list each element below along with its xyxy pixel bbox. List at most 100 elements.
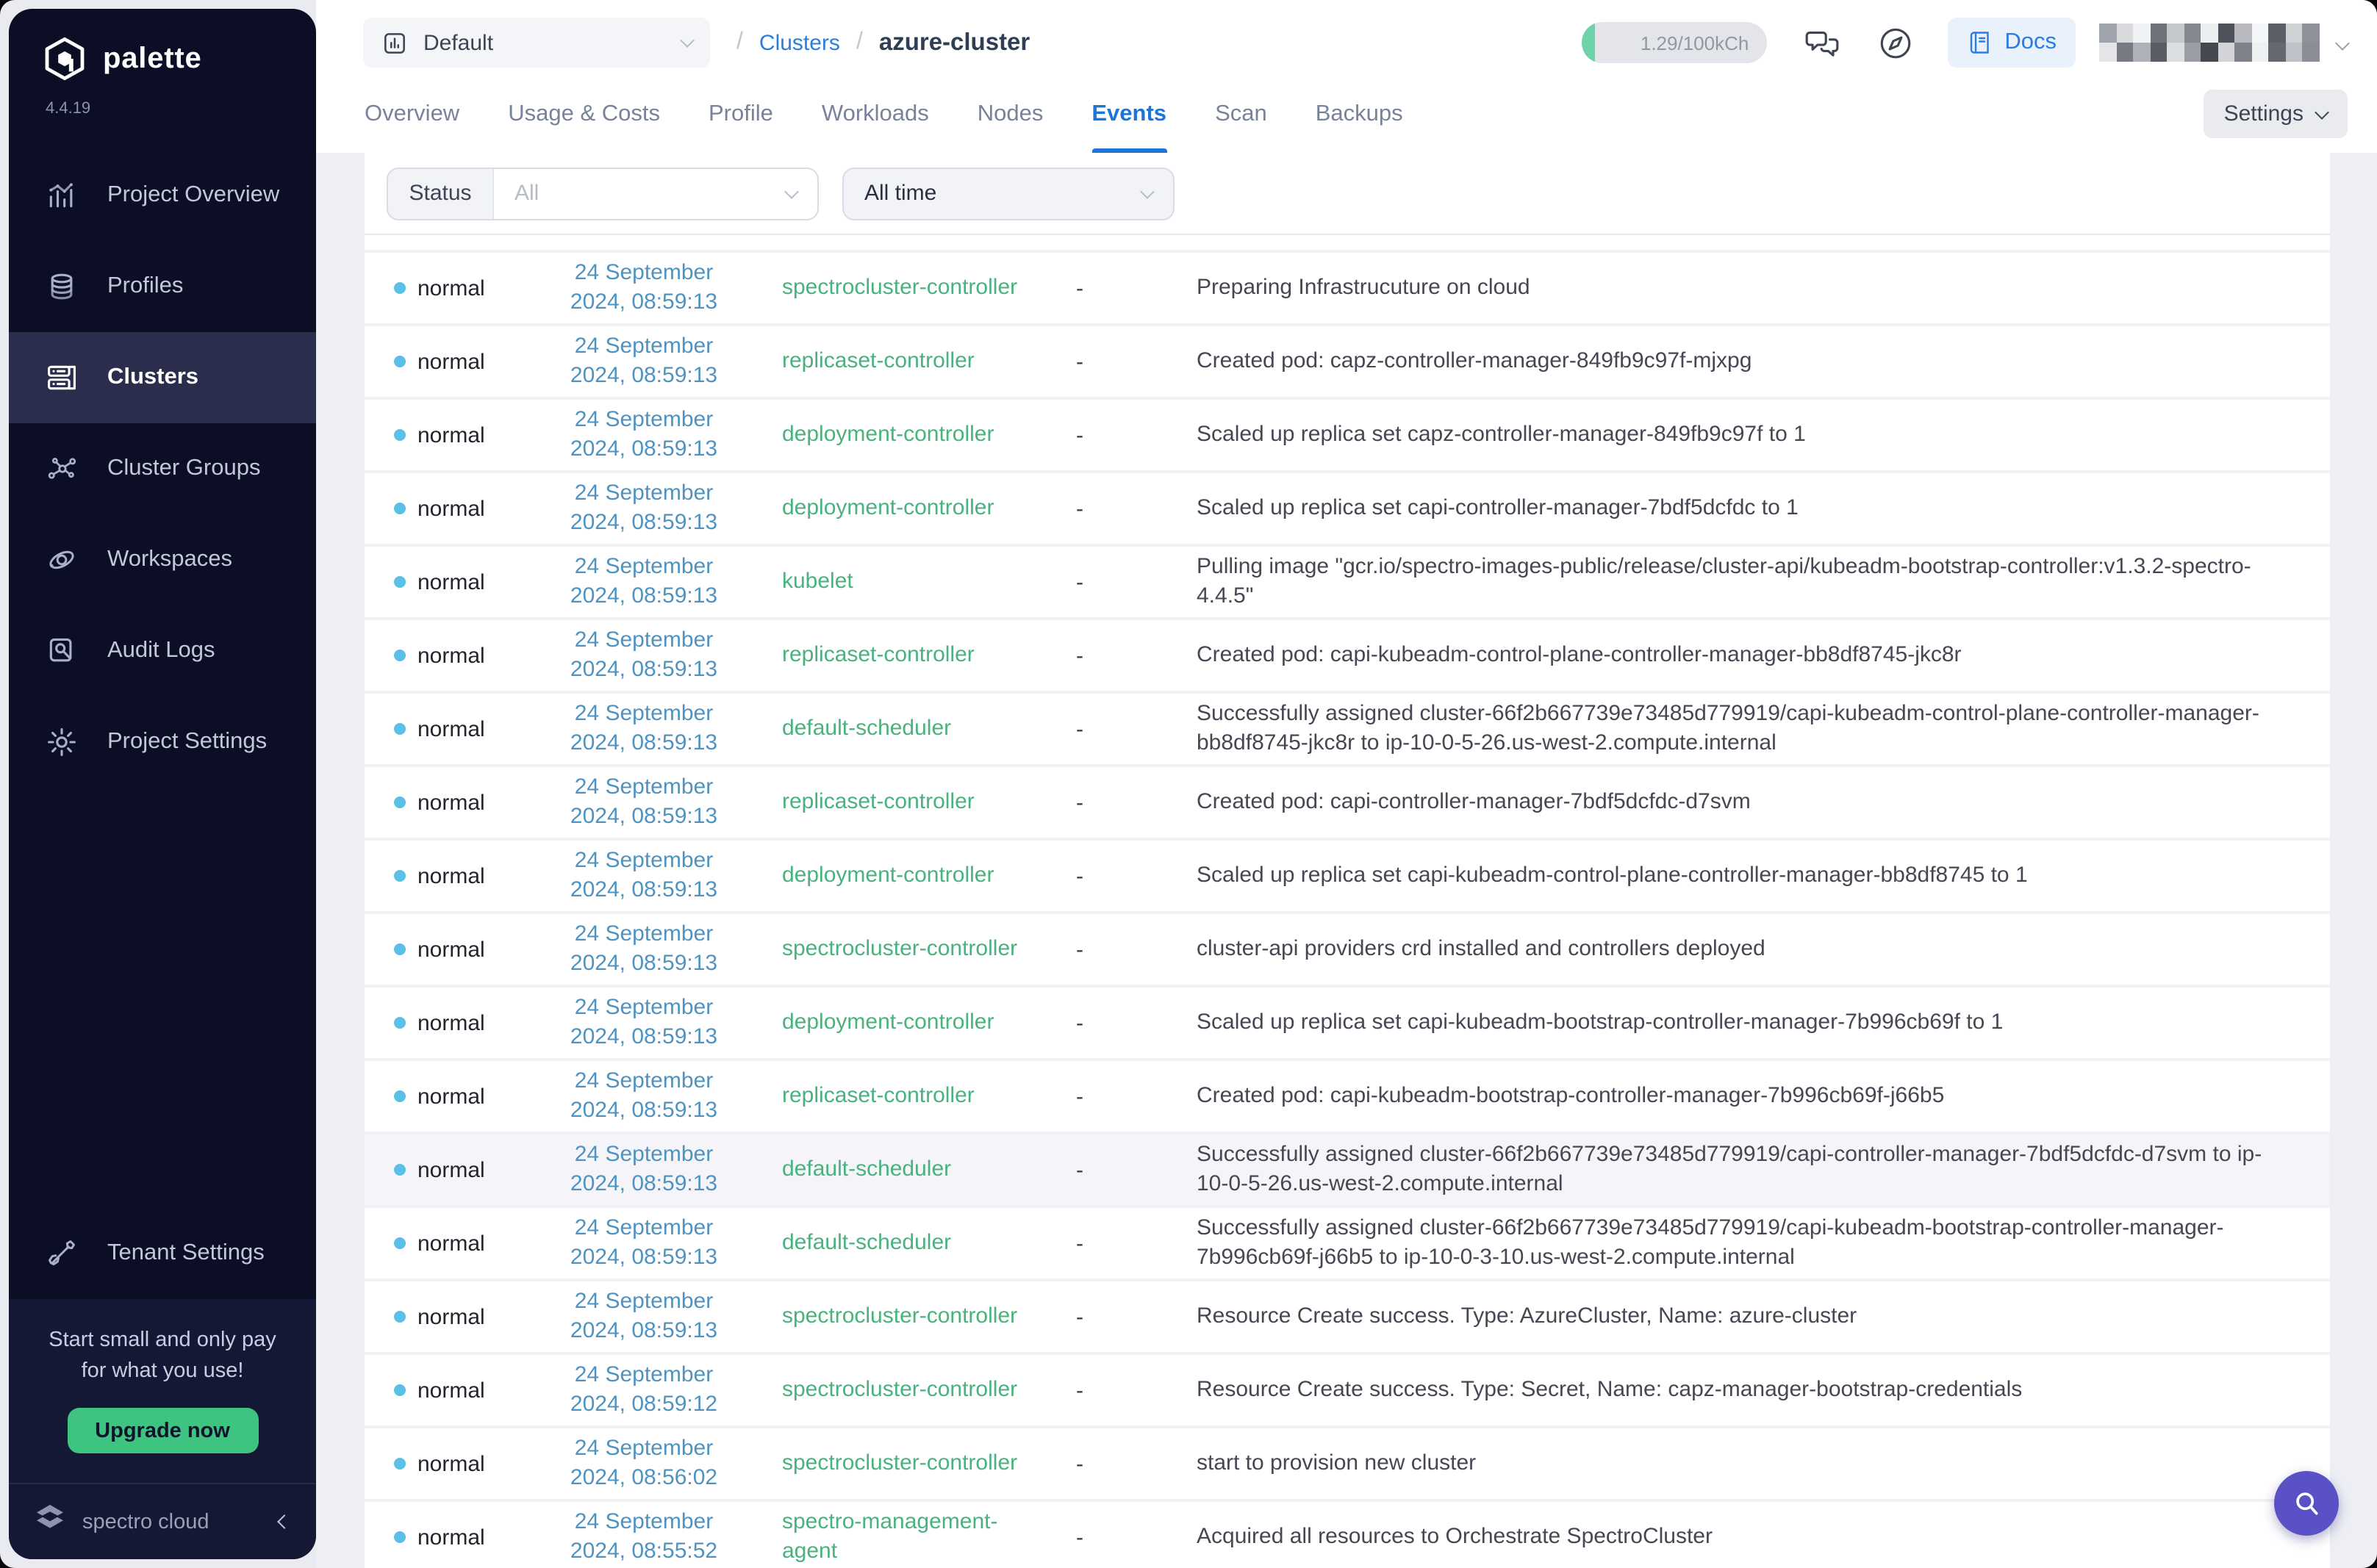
dash-cell: - bbox=[1064, 569, 1152, 594]
table-row[interactable]: normal 24 September 2024, 08:59:13 deplo… bbox=[365, 841, 2330, 914]
date-line2: 2024, 08:59:13 bbox=[535, 802, 753, 832]
book-icon bbox=[1966, 29, 1993, 56]
docs-button[interactable]: Docs bbox=[1947, 18, 2076, 68]
tab-scan[interactable]: Scan bbox=[1215, 76, 1267, 153]
time-range-value: All time bbox=[844, 181, 1142, 206]
status-cell: normal bbox=[394, 276, 535, 301]
date-cell: 24 September 2024, 08:59:13 bbox=[535, 773, 753, 832]
chat-icon[interactable] bbox=[1803, 24, 1840, 61]
message-cell: Pulling image "gcr.io/spectro-images-pub… bbox=[1152, 553, 2306, 611]
table-row[interactable]: normal 24 September 2024, 08:56:02 spect… bbox=[365, 1428, 2330, 1502]
collapse-sidebar-icon[interactable] bbox=[277, 1514, 292, 1529]
table-row[interactable]: normal 24 September 2024, 08:59:13 deplo… bbox=[365, 988, 2330, 1061]
table-row[interactable]: normal 24 September 2024, 08:55:52 spect… bbox=[365, 1502, 2330, 1568]
sidebar-item-clusters[interactable]: Clusters bbox=[9, 332, 316, 423]
tab-overview[interactable]: Overview bbox=[365, 76, 459, 153]
sidebar-footer: spectro cloud bbox=[9, 1483, 316, 1559]
status-cell: normal bbox=[394, 569, 535, 594]
sidebar-item-workspaces[interactable]: Workspaces bbox=[9, 514, 316, 605]
table-row[interactable]: normal 24 September 2024, 08:59:13 defau… bbox=[365, 694, 2330, 767]
sidebar-item-cluster-groups[interactable]: Cluster Groups bbox=[9, 423, 316, 514]
chevron-down-icon bbox=[2315, 105, 2329, 120]
tab-usage-costs[interactable]: Usage & Costs bbox=[508, 76, 660, 153]
sidebar-item-project-settings[interactable]: Project Settings bbox=[9, 697, 316, 788]
status-filter[interactable]: Status All bbox=[387, 167, 819, 220]
sidebar-item-tenant-settings[interactable]: Tenant Settings bbox=[9, 1208, 316, 1299]
upgrade-now-button[interactable]: Upgrade now bbox=[67, 1408, 258, 1453]
table-row[interactable]: normal 24 September 2024, 08:59:13 deplo… bbox=[365, 473, 2330, 547]
message-cell: Scaled up replica set capz-controller-ma… bbox=[1152, 420, 2306, 450]
status-dot-icon bbox=[394, 1237, 406, 1249]
table-row[interactable]: normal 24 September 2024, 08:59:13 repli… bbox=[365, 767, 2330, 841]
tabs: Overview Usage & Costs Profile Workloads Nod… bbox=[365, 76, 1403, 153]
source-cell: spectrocluster-controller bbox=[753, 1375, 1064, 1405]
date-cell: 24 September 2024, 08:59:12 bbox=[535, 1361, 753, 1420]
dash-cell: - bbox=[1064, 643, 1152, 668]
time-range-filter[interactable]: All time bbox=[842, 167, 1175, 220]
sidebar-item-label: Tenant Settings bbox=[107, 1240, 265, 1267]
table-row[interactable]: normal 24 September 2024, 08:59:13 defau… bbox=[365, 1134, 2330, 1208]
project-selector[interactable]: Default bbox=[363, 18, 710, 68]
table-row[interactable]: normal 24 September 2024, 08:59:13 repli… bbox=[365, 326, 2330, 400]
content-header: Default / Clusters / azure-cluster 1.29/… bbox=[316, 0, 2377, 153]
cluster-settings-button[interactable]: Settings bbox=[2204, 90, 2348, 138]
sidebar-item-audit-logs[interactable]: Audit Logs bbox=[9, 605, 316, 697]
table-row[interactable]: normal 24 September 2024, 08:59:13 kubel… bbox=[365, 547, 2330, 620]
message-cell: Created pod: capi-kubeadm-control-plane-… bbox=[1152, 641, 2306, 670]
table-row[interactable]: normal 24 September 2024, 08:59:13 deplo… bbox=[365, 400, 2330, 473]
status-dot-icon bbox=[394, 1017, 406, 1029]
table-row[interactable]: normal 24 September 2024, 08:59:12 spect… bbox=[365, 1355, 2330, 1428]
table-row[interactable]: normal 24 September 2024, 08:59:13 defau… bbox=[365, 1208, 2330, 1281]
dash-cell: - bbox=[1064, 1525, 1152, 1550]
status-label: normal bbox=[417, 1157, 485, 1182]
gear-icon bbox=[46, 726, 78, 758]
status-cell: normal bbox=[394, 1157, 535, 1182]
network-nodes-icon bbox=[46, 453, 78, 485]
message-cell: Scaled up replica set capi-kubeadm-boots… bbox=[1152, 1008, 2306, 1037]
status-dot-icon bbox=[394, 356, 406, 367]
date-line2: 2024, 08:59:13 bbox=[535, 729, 753, 758]
dash-cell: - bbox=[1064, 1378, 1152, 1403]
date-line1: 24 September bbox=[535, 1214, 753, 1243]
sidebar-item-profiles[interactable]: Profiles bbox=[9, 241, 316, 332]
tab-nodes[interactable]: Nodes bbox=[978, 76, 1044, 153]
source-cell: deployment-controller bbox=[753, 494, 1064, 523]
status-filter-label: Status bbox=[388, 168, 494, 218]
table-row[interactable]: normal 24 September 2024, 08:59:13 spect… bbox=[365, 1281, 2330, 1355]
date-cell: 24 September 2024, 08:59:13 bbox=[535, 846, 753, 905]
source-cell: deployment-controller bbox=[753, 861, 1064, 891]
breadcrumb-clusters-link[interactable]: Clusters bbox=[759, 30, 840, 55]
events-table: normal 24 September 2024, 08:59:13 spect… bbox=[365, 253, 2330, 1568]
tab-events[interactable]: Events bbox=[1091, 76, 1166, 153]
message-cell: Preparing Infrastrucuture on cloud bbox=[1152, 273, 2306, 303]
tab-backups[interactable]: Backups bbox=[1316, 76, 1403, 153]
breadcrumb: / Clusters / azure-cluster bbox=[736, 29, 1030, 57]
redacted-username bbox=[2099, 24, 2320, 62]
table-row[interactable]: normal 24 September 2024, 08:59:13 spect… bbox=[365, 253, 2330, 326]
status-cell: normal bbox=[394, 349, 535, 374]
filter-bar: Status All All time bbox=[365, 153, 2330, 235]
compass-icon[interactable] bbox=[1876, 24, 1913, 61]
date-cell: 24 September 2024, 08:59:13 bbox=[535, 1140, 753, 1199]
table-row[interactable]: normal 24 September 2024, 08:59:13 repli… bbox=[365, 620, 2330, 694]
status-dot-icon bbox=[394, 282, 406, 294]
table-row[interactable]: normal 24 September 2024, 08:59:13 spect… bbox=[365, 914, 2330, 988]
search-fab-button[interactable] bbox=[2274, 1471, 2339, 1536]
sidebar-item-label: Workspaces bbox=[107, 547, 232, 573]
status-label: normal bbox=[417, 790, 485, 815]
user-menu-chevron-icon[interactable] bbox=[2335, 35, 2350, 50]
date-line2: 2024, 08:59:12 bbox=[535, 1390, 753, 1420]
tab-workloads[interactable]: Workloads bbox=[822, 76, 929, 153]
date-line1: 24 September bbox=[535, 700, 753, 729]
source-cell: default-scheduler bbox=[753, 1229, 1064, 1258]
tab-profile[interactable]: Profile bbox=[709, 76, 773, 153]
status-label: normal bbox=[417, 422, 485, 447]
dash-cell: - bbox=[1064, 937, 1152, 962]
dash-cell: - bbox=[1064, 1304, 1152, 1329]
sidebar-item-project-overview[interactable]: Project Overview bbox=[9, 150, 316, 241]
message-cell: Successfully assigned cluster-66f2b66773… bbox=[1152, 1214, 2306, 1273]
dash-cell: - bbox=[1064, 1231, 1152, 1256]
date-cell: 24 September 2024, 08:59:13 bbox=[535, 259, 753, 317]
date-line1: 24 September bbox=[535, 1140, 753, 1170]
table-row[interactable]: normal 24 September 2024, 08:59:13 repli… bbox=[365, 1061, 2330, 1134]
